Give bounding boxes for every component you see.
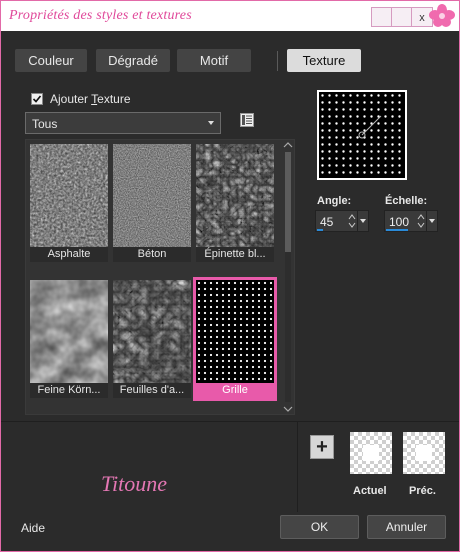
checkmark-icon [32,95,42,103]
texture-thumb-epinette[interactable]: Épinette bl... [196,144,274,262]
current-swatch-image [350,432,392,474]
cancel-button[interactable]: Annuler [367,515,446,539]
tab-couleur[interactable]: Couleur [15,49,87,72]
separator [1,421,459,422]
add-texture-label[interactable]: Ajouter Texture [50,92,131,106]
separator [297,422,298,512]
title-buttons: x [371,7,433,27]
tab-texture[interactable]: Texture [287,49,361,72]
current-swatch[interactable] [350,432,392,474]
leaves-texture-image [113,280,191,398]
texture-thumb-feine[interactable]: Feine Körn... [30,280,108,398]
texture-thumb-grille[interactable]: Grille [193,277,277,401]
angle-dropdown-button[interactable] [357,210,369,232]
flower-icon [429,4,455,27]
texture-caption: Feine Körn... [30,383,108,398]
texture-caption-selected: Grille [196,383,274,398]
signature: Titoune [101,471,168,496]
texture-preview-image [319,92,405,178]
current-label: Actuel [353,485,387,497]
spruce-texture-image [196,144,274,262]
angle-spinner-icon[interactable] [348,212,356,230]
texture-caption: Épinette bl... [196,247,274,262]
texture-thumb-beton[interactable]: Béton [113,144,191,262]
dialog-window: Propriétés des styles et textures x Coul… [0,0,460,552]
texture-caption: Béton [113,247,191,262]
add-texture-label-suffix: exture [97,92,131,106]
texture-preview [317,90,407,180]
minimize-button[interactable] [372,8,392,26]
category-dropdown[interactable]: Tous [25,112,221,134]
texture-caption: Feuilles d'a... [113,383,191,398]
maximize-button[interactable] [392,8,412,26]
angle-level-bar [317,229,323,231]
tab-degrade[interactable]: Dégradé [96,49,170,72]
scale-label: Échelle: [385,195,428,207]
add-texture-label-prefix: Ajouter [50,92,92,106]
scroll-up-icon[interactable] [282,140,294,150]
asphalt-texture-image [30,144,108,262]
scroll-thumb[interactable] [285,152,291,252]
gallery-scrollbar[interactable] [282,140,294,414]
chevron-down-icon [429,219,435,223]
scroll-down-icon[interactable] [282,404,294,414]
chevron-down-icon [360,219,366,223]
scale-level-bar [386,229,408,231]
list-view-icon[interactable] [240,113,254,127]
ok-button[interactable]: OK [280,515,359,539]
title-bar: Propriétés des styles et textures x [1,1,459,31]
tab-separator [277,51,278,71]
previous-swatch[interactable] [403,432,445,474]
add-swatch-button[interactable]: + [310,435,334,459]
angle-value: 45 [320,215,334,229]
add-texture-checkbox[interactable] [31,93,43,105]
previous-swatch-image [403,432,445,474]
tab-motif[interactable]: Motif [177,49,251,72]
scale-dropdown-button[interactable] [426,210,438,232]
category-value: Tous [32,117,58,131]
previous-label: Préc. [409,485,436,497]
texture-gallery: Asphalte Béton Épinette bl... Feine Körn… [25,139,295,415]
texture-thumb-feuilles[interactable]: Feuilles d'a... [113,280,191,398]
texture-caption: Asphalte [30,247,108,262]
grain-texture-image [30,280,108,398]
help-link[interactable]: Aide [21,521,45,535]
window-title: Propriétés des styles et textures [9,8,192,23]
angle-label: Angle: [317,195,352,207]
chevron-down-icon [208,121,214,125]
dot-grid-texture-image [196,280,274,398]
scale-value: 100 [389,215,410,229]
scale-spinner-icon[interactable] [417,212,425,230]
texture-thumb-asphalte[interactable]: Asphalte [30,144,108,262]
concrete-texture-image [113,144,191,262]
